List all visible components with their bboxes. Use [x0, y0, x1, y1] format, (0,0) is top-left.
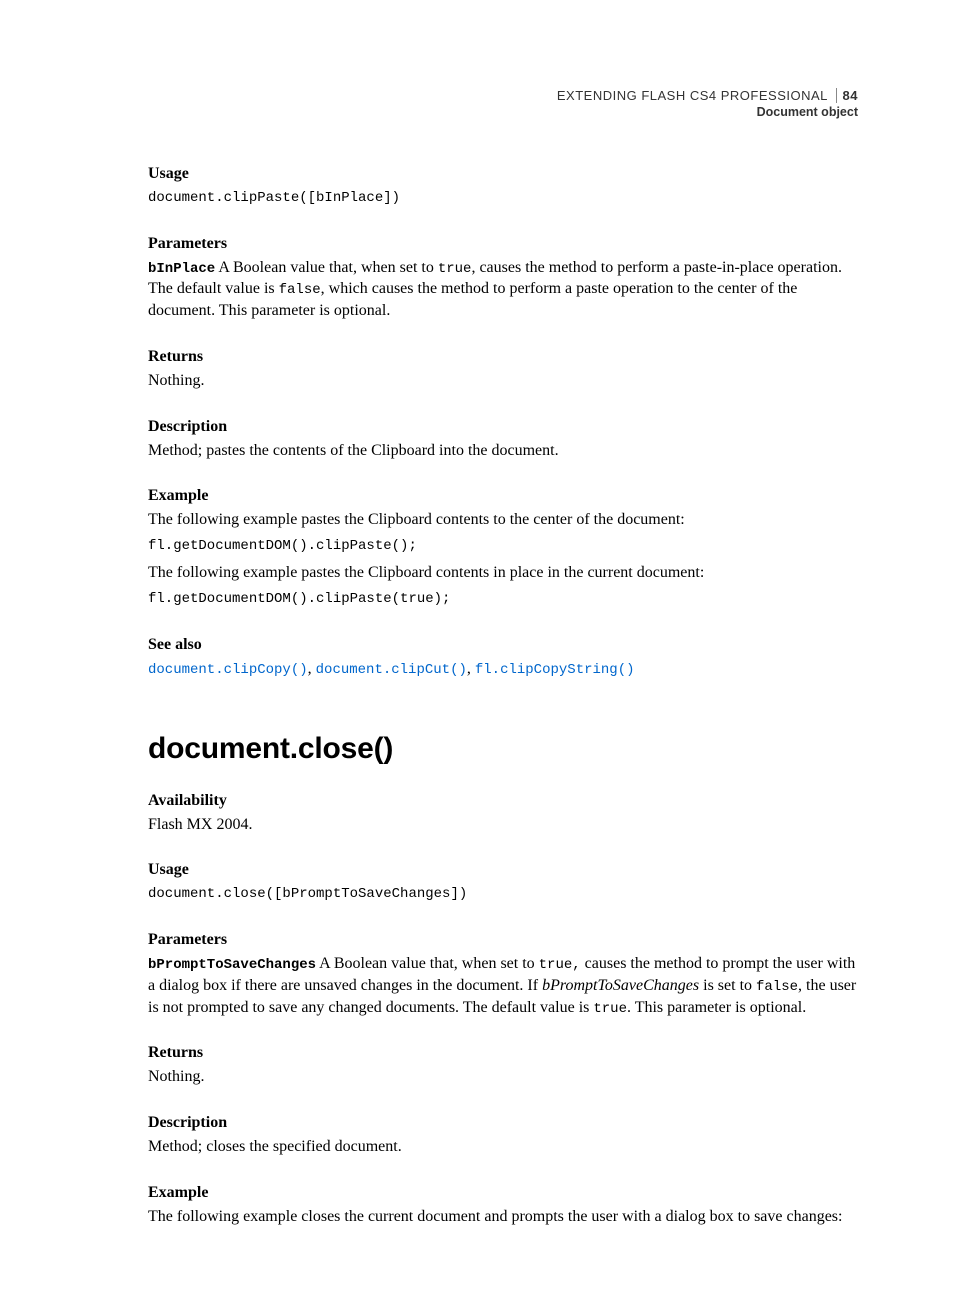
description-text: Method; pastes the contents of the Clipb… — [148, 440, 858, 462]
link-clipcut[interactable]: document.clipCut() — [316, 662, 467, 678]
method-title: document.close() — [148, 732, 858, 766]
example-label-2: Example — [148, 1184, 858, 1202]
page-header: EXTENDING FLASH CS4 PROFESSIONAL 84 Docu… — [148, 88, 858, 119]
param-name-binplace: bInPlace — [148, 261, 215, 277]
header-title: EXTENDING FLASH CS4 PROFESSIONAL — [557, 88, 828, 103]
usage-code: document.clipPaste([bInPlace]) — [148, 189, 858, 209]
seealso-label: See also — [148, 636, 858, 654]
availability-label: Availability — [148, 792, 858, 810]
example-intro-2-1: The following example closes the current… — [148, 1206, 858, 1228]
seealso-links: document.clipCopy(), document.clipCut(),… — [148, 660, 858, 678]
page-container: EXTENDING FLASH CS4 PROFESSIONAL 84 Docu… — [0, 0, 954, 1291]
returns-label: Returns — [148, 348, 858, 366]
example-intro-2: The following example pastes the Clipboa… — [148, 562, 858, 584]
header-subtitle: Document object — [148, 105, 858, 119]
parameters-label-2: Parameters — [148, 931, 858, 949]
example-label: Example — [148, 487, 858, 505]
param-description: bInPlace A Boolean value that, when set … — [148, 257, 858, 322]
example-code-2: fl.getDocumentDOM().clipPaste(true); — [148, 590, 858, 610]
parameters-label: Parameters — [148, 235, 858, 253]
example-code-1: fl.getDocumentDOM().clipPaste(); — [148, 537, 858, 557]
example-intro-1: The following example pastes the Clipboa… — [148, 509, 858, 531]
usage-label-2: Usage — [148, 861, 858, 879]
link-clipcopy[interactable]: document.clipCopy() — [148, 662, 308, 678]
usage-label: Usage — [148, 165, 858, 183]
returns-text-2: Nothing. — [148, 1066, 858, 1088]
link-clipcopystring[interactable]: fl.clipCopyString() — [475, 662, 635, 678]
description-text-2: Method; closes the specified document. — [148, 1136, 858, 1158]
page-number: 84 — [836, 88, 858, 103]
returns-text: Nothing. — [148, 370, 858, 392]
param-description-2: bPromptToSaveChanges A Boolean value tha… — [148, 953, 858, 1019]
param-name-bprompt: bPromptToSaveChanges — [148, 957, 316, 973]
returns-label-2: Returns — [148, 1044, 858, 1062]
header-top-row: EXTENDING FLASH CS4 PROFESSIONAL 84 — [148, 88, 858, 103]
description-label-2: Description — [148, 1114, 858, 1132]
availability-text: Flash MX 2004. — [148, 814, 858, 836]
description-label: Description — [148, 418, 858, 436]
usage-code-2: document.close([bPromptToSaveChanges]) — [148, 885, 858, 905]
